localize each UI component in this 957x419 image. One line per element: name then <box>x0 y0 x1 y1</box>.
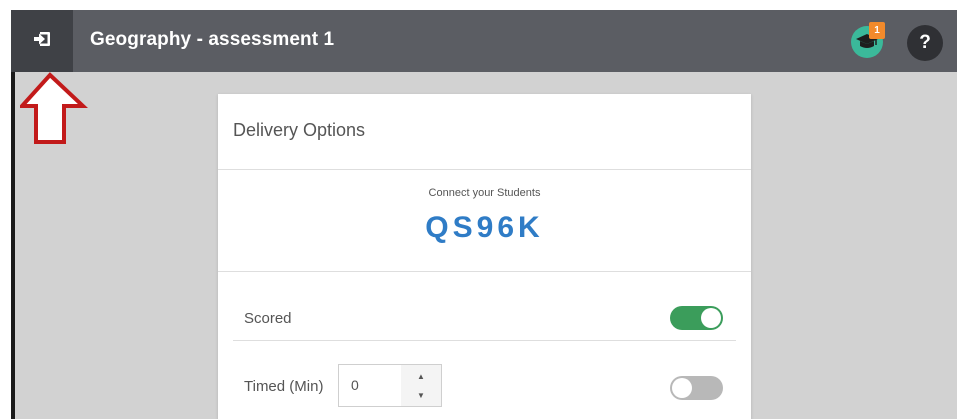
connect-label: Connect your Students <box>428 187 541 199</box>
toggle-knob <box>672 378 692 398</box>
timed-minutes-stepper[interactable]: 0 ▲ ▼ <box>338 364 442 407</box>
delivery-options-card: Delivery Options Connect your Students Q… <box>218 94 751 419</box>
timed-label: Timed (Min) <box>244 378 324 395</box>
chevron-down-icon[interactable]: ▼ <box>401 385 441 405</box>
card-title: Delivery Options <box>233 120 366 140</box>
exit-button[interactable] <box>11 10 73 72</box>
assessment-title: Geography - assessment 1 <box>90 29 335 50</box>
annotation-arrow-icon <box>17 70 89 153</box>
connect-section: Connect your Students QS96K <box>218 169 751 272</box>
divider <box>233 340 736 341</box>
app-window: Geography - assessment 1 1 ? Delivery Op… <box>11 10 957 419</box>
classroom-button[interactable]: 1 <box>851 22 885 58</box>
notification-badge: 1 <box>869 22 885 39</box>
timed-minutes-value: 0 <box>351 377 359 393</box>
chevron-up-icon[interactable]: ▲ <box>401 366 441 386</box>
stepper-arrows: ▲ ▼ <box>401 365 441 406</box>
room-code: QS96K <box>425 211 544 244</box>
scored-label: Scored <box>244 310 292 327</box>
help-button[interactable]: ? <box>907 25 943 61</box>
toggle-knob <box>701 308 721 328</box>
top-bar: Geography - assessment 1 1 ? <box>11 10 957 72</box>
timed-toggle[interactable] <box>670 376 723 400</box>
card-header: Delivery Options <box>218 94 751 170</box>
left-edge-bar <box>11 72 15 419</box>
scored-toggle[interactable] <box>670 306 723 330</box>
sign-out-icon <box>33 31 51 52</box>
